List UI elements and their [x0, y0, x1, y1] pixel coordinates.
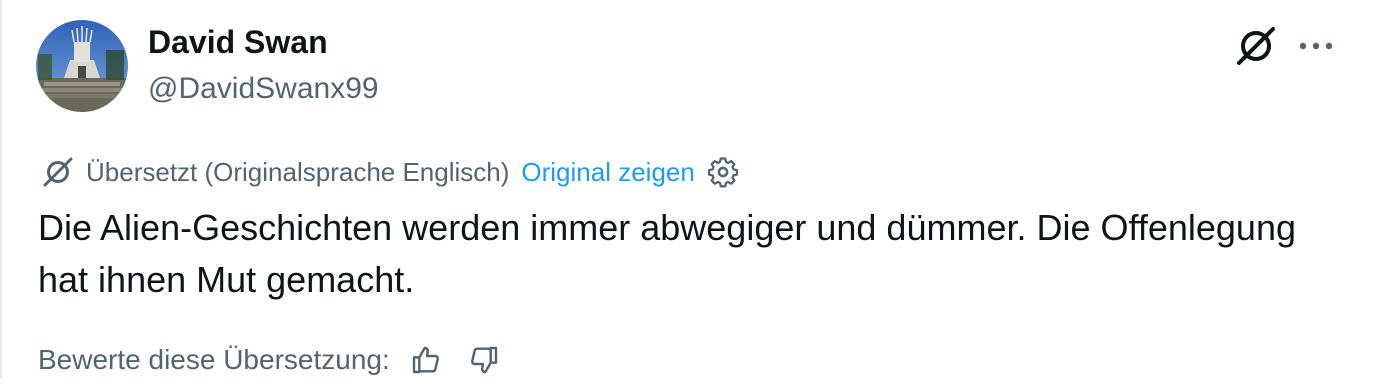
- translation-bar: Übersetzt (Originalsprache Englisch) Ori…: [40, 152, 741, 192]
- thumbs-down-button[interactable]: [464, 340, 504, 380]
- grok-icon: [1237, 27, 1275, 65]
- rate-translation-row: Bewerte diese Übersetzung:: [38, 336, 504, 384]
- show-original-link[interactable]: Original zeigen: [521, 152, 694, 192]
- translate-icon: [40, 154, 76, 190]
- gear-icon: [707, 157, 738, 188]
- more-dots-icon: [1299, 42, 1333, 50]
- more-options-button[interactable]: [1292, 22, 1340, 70]
- author-handle[interactable]: @DavidSwanx99: [148, 70, 379, 108]
- author-display-name[interactable]: David Swan: [148, 22, 328, 62]
- rate-translation-label: Bewerte diese Übersetzung:: [38, 344, 390, 375]
- thumbs-up-button[interactable]: [406, 340, 446, 380]
- avatar[interactable]: [36, 20, 128, 112]
- translated-label: Übersetzt (Originalsprache Englisch): [86, 157, 510, 187]
- avatar-photo-icon: [36, 20, 128, 112]
- grok-button[interactable]: [1230, 22, 1282, 70]
- thread-line: [0, 0, 2, 378]
- thumbs-down-icon: [470, 346, 497, 374]
- tweet-text: Die Alien-Geschichten werden immer abweg…: [38, 207, 1296, 300]
- translation-settings-button[interactable]: [705, 154, 741, 190]
- thumbs-up-icon: [412, 346, 439, 374]
